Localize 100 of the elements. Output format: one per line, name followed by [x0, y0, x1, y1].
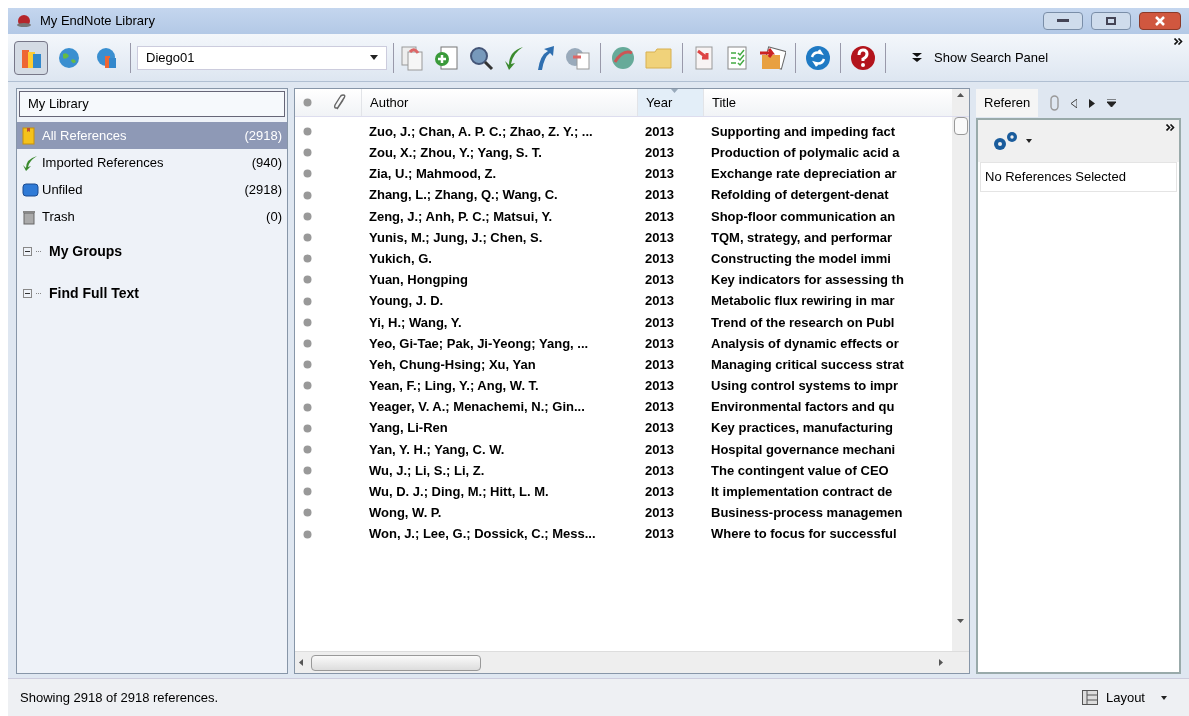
documents-arrow-icon[interactable]	[758, 44, 786, 71]
caret-icon	[1161, 695, 1167, 700]
table-cell-text: 2013	[644, 355, 675, 374]
table-cell-text: 2013	[644, 186, 675, 205]
table-cell-text: Zeng, J.; Anh, P. C.; Matsui, Y.	[368, 207, 554, 226]
table-cell-text: 2013	[644, 292, 675, 311]
table-cell-text: Yi, H.; Wang, Y.	[368, 313, 463, 332]
no-selection-message: No References Selected	[980, 162, 1177, 192]
checklist-icon[interactable]	[725, 44, 749, 71]
scroll-down-arrow-icon[interactable]	[957, 619, 964, 623]
table-cell-text: Wu, J.; Li, S.; Li, Z.	[368, 461, 486, 480]
search-icon[interactable]	[468, 44, 494, 71]
table-cell-text: Analysis of dynamic effects or	[710, 334, 900, 353]
window-title: My EndNote Library	[40, 12, 155, 31]
sync-icon[interactable]	[805, 44, 831, 71]
dropdown-menu-icon[interactable]	[1107, 99, 1117, 107]
show-search-panel-button[interactable]: Show Search Panel	[900, 43, 1061, 72]
table-cell-text: 2013	[644, 483, 675, 502]
table-cell-text: Won, J.; Lee, G.; Dossick, C.; Mess...	[368, 525, 597, 544]
close-button[interactable]	[1139, 12, 1181, 30]
table-cell-text: Zuo, J.; Chan, A. P. C.; Zhao, Z. Y.; ...	[368, 122, 594, 141]
scroll-thumb[interactable]	[311, 654, 481, 671]
reference-tab[interactable]: Referen	[976, 89, 1039, 117]
library-group-item[interactable]: Trash (0)	[17, 203, 287, 230]
previous-icon[interactable]	[1071, 98, 1078, 108]
table-cell-text: Wong, W. P.	[368, 504, 443, 523]
scroll-up-arrow-icon[interactable]	[957, 93, 964, 97]
vertical-scrollbar[interactable]	[952, 117, 969, 651]
table-cell-text: 2013	[644, 334, 675, 353]
help-icon[interactable]	[850, 44, 876, 71]
group-heading[interactable]: Find Full Text	[49, 282, 139, 304]
table-cell-text: Business-process managemen	[710, 504, 904, 523]
table-cell-text: 2013	[644, 249, 675, 268]
chevron-icon[interactable]	[1174, 38, 1183, 45]
double-down-arrow-icon	[912, 52, 922, 63]
table-cell-text: Where to focus for successful	[710, 525, 898, 544]
library-header[interactable]: My Library	[19, 91, 285, 117]
new-reference-icon[interactable]	[433, 44, 459, 71]
folder-icon	[22, 182, 40, 197]
scroll-left-arrow-icon[interactable]	[299, 659, 303, 666]
table-cell-text: 2013	[644, 525, 675, 544]
table-cell-text: 2013	[644, 165, 675, 184]
table-cell-text: Metabolic flux rewiring in mar	[710, 292, 896, 311]
table-cell-text: Yeh, Chung-Hsing; Xu, Yan	[368, 355, 537, 374]
table-cell-text: Yean, F.; Ling, Y.; Ang, W. T.	[368, 377, 540, 396]
table-cell-text: TQM, strategy, and performar	[710, 228, 894, 247]
table-cell-text: Zhang, L.; Zhang, Q.; Wang, C.	[368, 186, 559, 205]
table-cell-text: Yan, Y. H.; Yang, C. W.	[368, 440, 506, 459]
scroll-thumb[interactable]	[953, 117, 968, 135]
table-cell-text: 2013	[644, 122, 675, 141]
paperclip-icon[interactable]	[333, 93, 347, 112]
table-cell-text: Yeo, Gi-Tae; Pak, Ji-Yeong; Yang, ...	[368, 334, 590, 353]
restore-button[interactable]	[1091, 12, 1131, 30]
table-cell-text: 2013	[644, 440, 675, 459]
sort-arrow-icon	[670, 89, 678, 93]
table-cell-text: Managing critical success strat	[710, 355, 905, 374]
table-cell-text: 2013	[644, 461, 675, 480]
local-library-icon[interactable]	[14, 40, 48, 75]
library-group-item[interactable]: Imported References (940)	[17, 149, 287, 176]
group-heading[interactable]: My Groups	[49, 240, 123, 262]
table-cell-text: 2013	[644, 271, 675, 290]
copy-references-icon[interactable]	[400, 44, 424, 71]
close-icon	[1154, 16, 1166, 26]
caret-icon[interactable]	[1026, 139, 1032, 143]
style-dropdown[interactable]: Diego01	[137, 45, 387, 70]
table-cell-text: Yang, Li-Ren	[368, 419, 449, 438]
table-cell-text: Yunis, M.; Jung, J.; Chen, S.	[368, 228, 544, 247]
globe-icon[interactable]	[610, 44, 636, 71]
minimize-button[interactable]	[1043, 12, 1083, 30]
app-logo-icon	[16, 14, 32, 28]
minimize-icon	[1057, 19, 1069, 23]
table-cell-text: Exchange rate depreciation ar	[710, 165, 898, 184]
table-cell-text: Supporting and impeding fact	[710, 122, 897, 141]
table-cell-text: 2013	[644, 419, 675, 438]
import-document-icon[interactable]	[692, 44, 716, 71]
expander-icon[interactable]	[23, 288, 32, 298]
expander-icon[interactable]	[23, 246, 32, 256]
table-cell-text: 2013	[644, 207, 675, 226]
column-header[interactable]: Year	[637, 89, 703, 116]
read-status-icon[interactable]	[302, 98, 312, 107]
table-cell-text: It implementation contract de	[710, 483, 894, 502]
paperclip-icon[interactable]	[1050, 95, 1060, 111]
horizontal-scrollbar[interactable]	[295, 651, 969, 673]
caret-icon	[370, 55, 378, 60]
table-cell-text: Environmental factors and qu	[710, 398, 896, 417]
library-group-item[interactable]: Unfiled (2918)	[17, 176, 287, 203]
table-cell-text: Key practices, manufacturing	[710, 419, 895, 438]
table-cell-text: 2013	[644, 144, 675, 163]
table-cell-text: Trend of the research on Publ	[710, 313, 896, 332]
restore-icon	[1106, 17, 1116, 25]
layout-button[interactable]: Layout	[1081, 687, 1167, 708]
status-text: Showing 2918 of 2918 references.	[20, 688, 219, 707]
table-cell-text: 2013	[644, 377, 675, 396]
table-cell-text: Zou, X.; Zhou, Y.; Yang, S. T.	[368, 144, 543, 163]
table-cell-text: Zia, U.; Mahmood, Z.	[368, 165, 498, 184]
next-icon[interactable]	[1089, 98, 1096, 108]
chevron-icon[interactable]	[1166, 124, 1175, 131]
table-cell-text: 2013	[644, 398, 675, 417]
scroll-right-arrow-icon[interactable]	[939, 659, 943, 666]
table-cell-text: The contingent value of CEO	[710, 461, 890, 480]
